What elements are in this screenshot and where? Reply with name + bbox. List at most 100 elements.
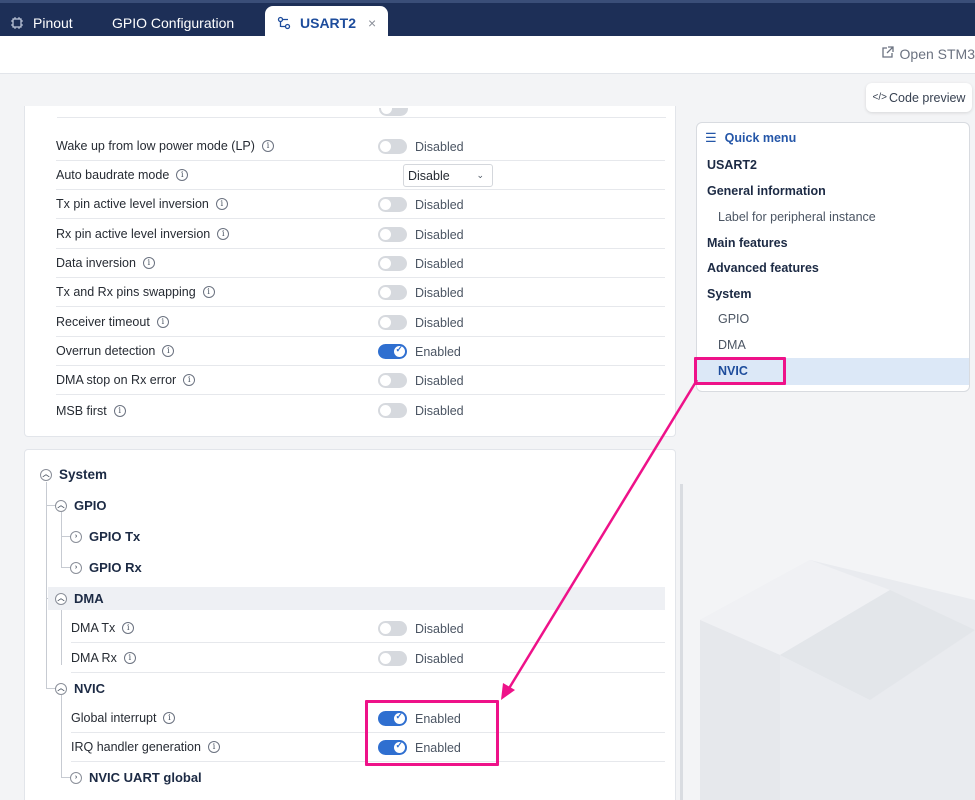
toggle-switch[interactable] [378, 197, 407, 212]
tree-line [61, 695, 62, 777]
info-icon[interactable]: i [215, 198, 228, 210]
toggle-switch[interactable] [378, 651, 407, 666]
tab-label: GPIO Configuration [112, 14, 235, 31]
toggle-switch[interactable] [378, 403, 407, 418]
toggle-switch[interactable] [378, 315, 407, 330]
toggle-state: Disabled [415, 197, 464, 212]
collapse-icon[interactable]: ︿ [55, 592, 67, 605]
tab-gpio-configuration[interactable]: GPIO Configuration [112, 6, 234, 39]
dma-section-header[interactable]: ︿ DMA [55, 591, 104, 606]
toggle-state: Disabled [415, 285, 464, 300]
setting-label: Global interrupt i [71, 711, 176, 725]
toggle-switch[interactable] [379, 108, 408, 116]
quick-menu-title: ☰ Quick menu [705, 130, 797, 145]
info-icon[interactable]: i [183, 374, 196, 386]
system-section-header[interactable]: ︿ System [40, 467, 107, 482]
setting-label: DMA Tx i [71, 621, 135, 635]
tree-line [61, 777, 70, 778]
toggle-switch[interactable] [378, 139, 407, 154]
info-icon[interactable]: i [122, 622, 135, 634]
table-row: Data inversion i Disabled [56, 249, 665, 278]
table-row: DMA stop on Rx error i Disabled [56, 366, 665, 395]
toggle-state: Disabled [415, 315, 464, 330]
info-icon[interactable]: i [123, 652, 136, 664]
dma-rx-row: DMA Rx i Disabled [71, 644, 665, 673]
quick-menu-item-gpio[interactable]: GPIO [718, 312, 749, 326]
info-icon[interactable]: i [142, 257, 155, 269]
info-icon[interactable]: i [207, 741, 220, 753]
info-icon[interactable]: i [202, 286, 215, 298]
toggle-state: Disabled [415, 621, 464, 636]
tree-line [61, 536, 70, 537]
table-row: Auto baudrate mode i Disable ⌄ [56, 161, 665, 190]
quick-menu-item-label-for-peripheral-instance[interactable]: Label for peripheral instance [718, 210, 876, 224]
dma-section-highlight [48, 587, 665, 610]
tab-usart2[interactable]: USART2 × [265, 6, 389, 39]
tab-bar: Pinout GPIO Configuration USART2 × [0, 0, 975, 39]
setting-label: IRQ handler generation i [71, 740, 220, 754]
quick-menu-item-system[interactable]: System [707, 287, 751, 301]
toggle-switch[interactable] [378, 344, 407, 359]
info-icon[interactable]: i [176, 169, 189, 181]
scrollbar[interactable] [680, 484, 683, 800]
setting-label: Data inversion i [56, 256, 155, 270]
info-icon[interactable]: i [113, 404, 126, 417]
info-icon[interactable]: i [156, 316, 169, 328]
close-icon[interactable]: × [368, 15, 376, 31]
toggle-state: Disabled [415, 373, 464, 388]
gpio-rx-item[interactable]: › GPIO Rx [70, 560, 142, 575]
toggle-state: Disabled [415, 256, 464, 271]
open-stm-link[interactable]: Open STM3 [881, 46, 975, 62]
quick-menu-item-main-features[interactable]: Main features [707, 236, 788, 250]
expand-icon[interactable]: › [70, 530, 82, 543]
info-icon[interactable]: i [261, 140, 274, 152]
table-row: Tx pin active level inversion i Disabled [56, 190, 665, 219]
collapse-icon[interactable]: ︿ [55, 682, 67, 695]
toolbar: Open STM3 [0, 36, 975, 74]
gpio-tx-item[interactable]: › GPIO Tx [70, 529, 140, 544]
toggle-switch[interactable] [378, 285, 407, 300]
tab-pinout[interactable]: Pinout [10, 6, 73, 39]
info-icon[interactable]: i [162, 345, 175, 357]
quick-menu-item-usart2[interactable]: USART2 [707, 158, 757, 172]
toggle-state: Disabled [415, 651, 464, 666]
expand-icon[interactable]: › [70, 561, 82, 574]
tree-line [61, 605, 62, 665]
open-stm-label: Open STM3 [899, 46, 975, 62]
info-icon[interactable]: i [217, 228, 230, 240]
collapse-icon[interactable]: ︿ [40, 468, 52, 481]
chip-icon [10, 16, 24, 30]
gpio-section-header[interactable]: ︿ GPIO [55, 498, 107, 513]
toggle-state: Disabled [415, 227, 464, 242]
nvic-section-header[interactable]: ︿ NVIC [55, 681, 105, 696]
quick-menu-item-general-information[interactable]: General information [707, 184, 826, 198]
setting-label: DMA Rx i [71, 651, 136, 665]
nvic-uart-global-item[interactable]: › NVIC UART global [70, 770, 202, 785]
toggle-switch[interactable] [378, 373, 407, 388]
setting-label: Wake up from low power mode (LP) i [56, 139, 274, 153]
auto-baudrate-select[interactable]: Disable ⌄ [403, 164, 493, 187]
setting-label: Tx pin active level inversion i [56, 197, 228, 211]
tree-line [61, 512, 62, 568]
quick-menu-item-dma[interactable]: DMA [718, 338, 746, 352]
highlight-box-nvic-settings [365, 700, 499, 766]
toggle-switch[interactable] [378, 227, 407, 242]
info-icon[interactable]: i [163, 712, 176, 724]
table-row: Receiver timeout i Disabled [56, 308, 665, 337]
setting-label: Auto baudrate mode i [56, 168, 189, 182]
code-preview-label: Code preview [889, 90, 966, 105]
table-row: Overrun detectioni Enabled [56, 337, 665, 366]
expand-icon[interactable]: › [70, 771, 82, 784]
chevron-down-icon: ⌄ [476, 170, 484, 180]
tab-label: USART2 [300, 14, 357, 31]
table-row: Tx and Rx pins swapping i Disabled [56, 278, 665, 307]
tree-line [46, 482, 47, 688]
toggle-switch[interactable] [378, 621, 407, 636]
quick-menu-item-advanced-features[interactable]: Advanced features [707, 261, 819, 275]
tab-label: Pinout [33, 14, 73, 31]
setting-label: Tx and Rx pins swapping i [56, 285, 215, 299]
code-preview-button[interactable]: </> Code preview [866, 83, 972, 112]
tree-line [61, 567, 70, 568]
collapse-icon[interactable]: ︿ [55, 499, 67, 512]
toggle-switch[interactable] [378, 256, 407, 271]
